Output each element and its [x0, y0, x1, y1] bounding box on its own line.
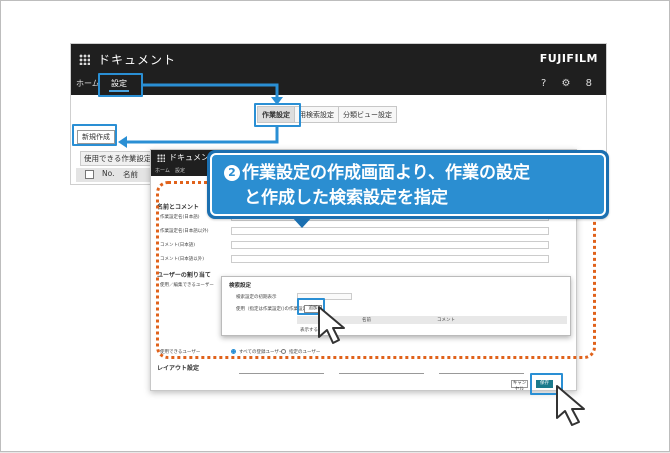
- callout-tail: [291, 216, 313, 228]
- annotation-overlay: [118, 83, 585, 426]
- cursor-icon: [556, 385, 585, 426]
- step-number-badge: 2: [224, 165, 240, 181]
- callout-line-1: 作業設定の作成画面より、作業の設定: [242, 163, 530, 183]
- arrow-to-new-button: [125, 127, 279, 144]
- cursor-icon: [318, 306, 345, 344]
- callout-text: 2 作業設定の作成画面より、作業の設定 と作成した検索設定を指定: [224, 161, 604, 211]
- instruction-callout: 2 作業設定の作成画面より、作業の設定 と作成した検索設定を指定: [207, 150, 609, 219]
- arrow-head-left: [118, 136, 127, 148]
- arrow-head-down: [271, 97, 283, 105]
- figure-frame: ドキュメント FUJIFILM ホーム 設定 ? ⚙ 8 作業設定 用検索設定 …: [0, 0, 670, 452]
- arrow-to-work-settings: [143, 83, 279, 99]
- callout-line-2: と作成した検索設定を指定: [244, 188, 448, 208]
